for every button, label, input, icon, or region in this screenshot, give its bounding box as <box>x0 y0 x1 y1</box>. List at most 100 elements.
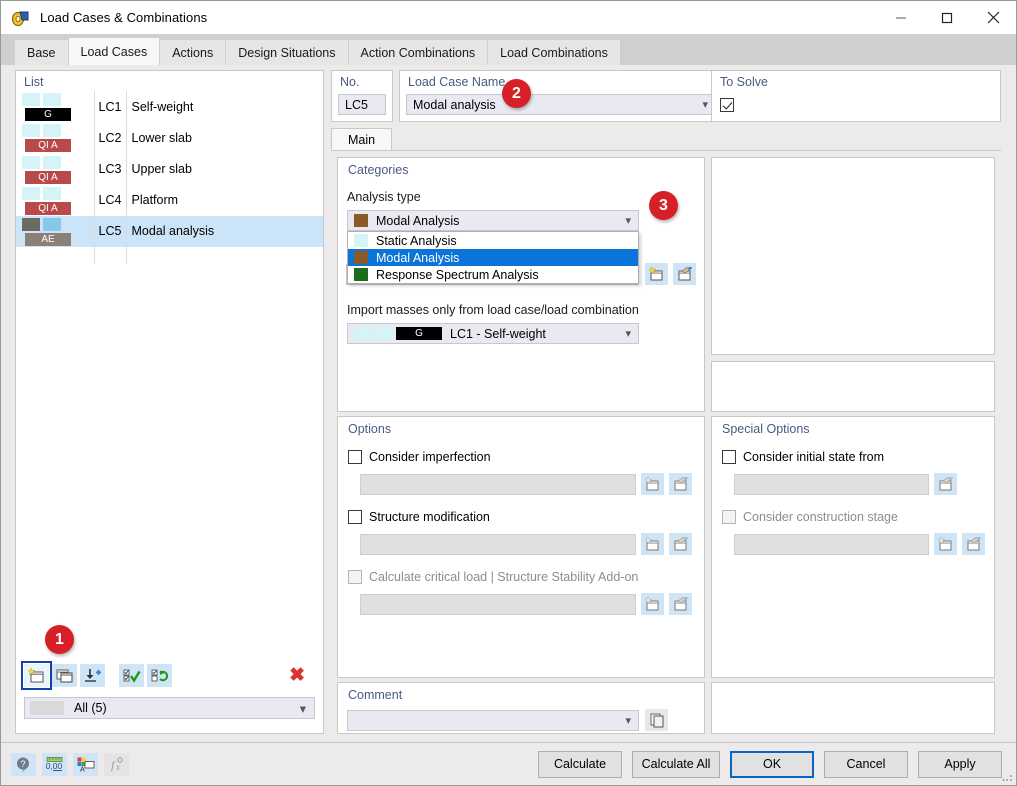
categories-title: Categories <box>348 163 409 177</box>
new-imperfection-button[interactable] <box>641 473 664 495</box>
number-input[interactable]: LC5 <box>338 94 386 115</box>
import-load-case-button[interactable] <box>80 663 105 687</box>
new-modification-button[interactable] <box>641 533 664 555</box>
new-construction-stage-button[interactable] <box>934 533 957 555</box>
color-swatch <box>22 186 40 200</box>
table-row[interactable]: QI A LC2 Lower slab <box>16 122 323 154</box>
special-options-panel: Special Options Consider initial state f… <box>711 416 995 678</box>
import-masses-combo[interactable]: G LC1 - Self-weight ▾ <box>347 323 639 344</box>
tab-strip: Base Load Cases Actions Design Situation… <box>1 34 1016 66</box>
color-swatch-2 <box>375 327 393 340</box>
calculate-critical-load-label: Calculate critical load | Structure Stab… <box>369 570 639 584</box>
list-filter-combo[interactable]: All (5) ▾ <box>24 697 315 719</box>
dropdown-option-modal-analysis[interactable]: Modal Analysis <box>348 249 638 266</box>
row-number: LC5 <box>93 215 126 248</box>
question-mark-icon[interactable]: ? <box>11 752 36 776</box>
table-row[interactable]: QI A LC4 Platform <box>16 184 323 216</box>
structure-modification-checkbox[interactable] <box>348 510 362 524</box>
dropdown-option-response-spectrum-analysis[interactable]: Response Spectrum Analysis <box>348 266 638 283</box>
edit-construction-stage-button[interactable] <box>962 533 985 555</box>
calculate-all-button[interactable]: Calculate All <box>632 750 720 778</box>
row-swatches: QI A <box>16 185 94 216</box>
consider-imperfection-field-row <box>360 473 692 495</box>
tab-action-combinations[interactable]: Action Combinations <box>348 40 489 66</box>
select-all-button[interactable] <box>119 663 144 687</box>
analysis-type-combo[interactable]: Modal Analysis ▾ <box>347 210 639 231</box>
import-masses-label: Import masses only from load case/load c… <box>347 303 639 317</box>
apply-button[interactable]: Apply <box>918 750 1002 778</box>
new-stability-button[interactable] <box>641 593 664 615</box>
tab-load-combinations[interactable]: Load Combinations <box>488 40 621 66</box>
load-case-name-value: Modal analysis <box>413 97 496 112</box>
delete-load-case-button[interactable]: ✖ <box>289 666 305 685</box>
to-solve-label: To Solve <box>720 75 768 89</box>
row-swatches: AE <box>16 216 94 247</box>
main-tab-content: Categories Analysis type MDSL - 4 | Lahe… <box>331 150 1001 734</box>
inner-tab-strip: Main <box>331 128 1001 150</box>
color-swatch-2 <box>43 155 61 169</box>
load-case-name-combo[interactable]: Modal analysis ▾ <box>406 94 716 115</box>
comment-row: ▾ <box>347 709 668 731</box>
tab-design-situations[interactable]: Design Situations <box>226 40 349 66</box>
table-row[interactable]: QI A LC3 Upper slab <box>16 153 323 185</box>
edit-stability-button[interactable] <box>669 593 692 615</box>
edit-initial-state-button[interactable] <box>934 473 957 495</box>
option-color-swatch <box>354 268 368 281</box>
invert-selection-button[interactable] <box>147 663 172 687</box>
consider-imperfection-row[interactable]: Consider imperfection <box>348 450 491 464</box>
row-number: LC4 <box>93 184 126 216</box>
ok-button[interactable]: OK <box>730 750 814 778</box>
calculate-button[interactable]: Calculate <box>538 750 622 778</box>
list-title: List <box>24 75 44 89</box>
edit-modification-button[interactable] <box>669 533 692 555</box>
row-number: LC2 <box>93 122 126 154</box>
new-item-button[interactable] <box>645 263 668 285</box>
resize-grip[interactable] <box>1002 771 1013 782</box>
comment-combo[interactable]: ▾ <box>347 709 639 731</box>
copy-comment-button[interactable] <box>645 709 668 731</box>
tab-main[interactable]: Main <box>331 128 393 150</box>
consider-imperfection-label: Consider imperfection <box>369 450 491 464</box>
consider-imperfection-input[interactable] <box>360 473 636 495</box>
color-display-icon[interactable]: A <box>73 752 98 776</box>
new-load-case-button[interactable] <box>21 660 52 690</box>
tab-actions[interactable]: Actions <box>160 40 227 66</box>
analysis-type-dropdown[interactable]: Static Analysis Modal Analysis Response … <box>347 231 639 284</box>
list-toolbar: ✖ <box>16 660 323 690</box>
structure-modification-input[interactable] <box>360 533 636 555</box>
function-fx-icon: f x <box>104 752 129 776</box>
load-case-name-box: Load Case Name Modal analysis ▾ <box>399 70 723 122</box>
tab-base[interactable]: Base <box>15 40 69 66</box>
analysis-type-label: Analysis type <box>347 190 421 204</box>
copy-load-case-button[interactable] <box>52 663 77 687</box>
to-solve-checkbox[interactable] <box>720 98 734 112</box>
cancel-button[interactable]: Cancel <box>824 750 908 778</box>
close-icon[interactable] <box>970 1 1016 34</box>
comment-title: Comment <box>348 688 403 702</box>
chevron-down-icon: ▾ <box>625 328 631 340</box>
edit-item-button[interactable] <box>673 263 696 285</box>
calculate-critical-load-row: Calculate critical load | Structure Stab… <box>348 570 638 584</box>
analysis-type-color-swatch <box>354 214 368 227</box>
consider-initial-state-input[interactable] <box>734 473 929 495</box>
units-ruler-icon[interactable]: 0,00 <box>42 752 67 776</box>
chevron-down-icon: ▾ <box>625 714 631 727</box>
option-color-swatch <box>354 251 368 264</box>
tab-load-cases[interactable]: Load Cases <box>68 38 161 66</box>
dropdown-option-static-analysis[interactable]: Static Analysis <box>348 232 638 249</box>
consider-initial-state-checkbox[interactable] <box>722 450 736 464</box>
row-name: Self-weight <box>125 91 323 123</box>
edit-imperfection-button[interactable] <box>669 473 692 495</box>
category-badge: G <box>396 327 442 340</box>
structure-modification-row[interactable]: Structure modification <box>348 510 490 524</box>
consider-imperfection-checkbox[interactable] <box>348 450 362 464</box>
footer-icon-group: ? 0,00 A f x <box>11 752 129 776</box>
minimize-icon[interactable] <box>878 1 924 34</box>
consider-initial-state-row[interactable]: Consider initial state from <box>722 450 884 464</box>
maximize-icon[interactable] <box>924 1 970 34</box>
table-row[interactable]: G LC1 Self-weight <box>16 91 323 123</box>
consider-construction-stage-checkbox <box>722 510 736 524</box>
table-row-selected[interactable]: AE LC5 Modal analysis <box>16 215 323 248</box>
consider-initial-state-label: Consider initial state from <box>743 450 885 464</box>
to-solve-box: To Solve <box>711 70 1001 122</box>
